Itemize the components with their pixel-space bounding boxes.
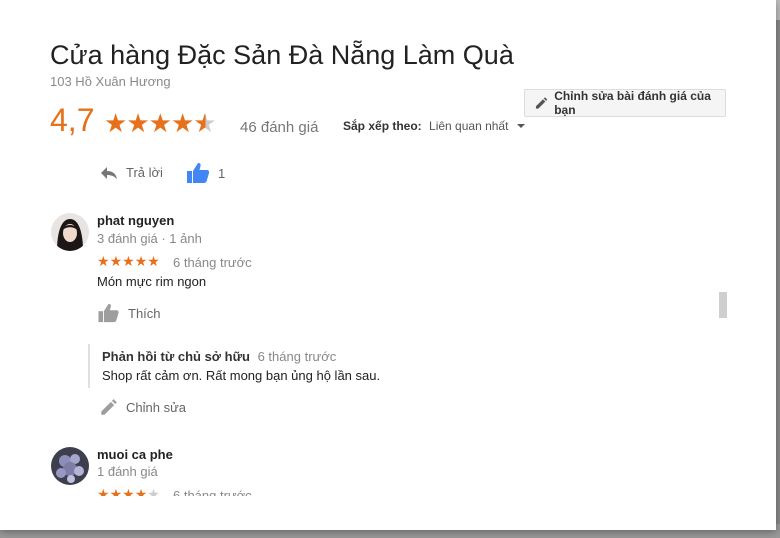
like-button[interactable]: 1 xyxy=(186,162,225,184)
scroll-clip xyxy=(0,496,776,530)
avatar[interactable] xyxy=(51,447,89,485)
owner-reply-time: 6 tháng trước xyxy=(257,349,337,364)
star-icon: ★ xyxy=(97,253,110,269)
edit-review-label: Chỉnh sửa bài đánh giá của bạn xyxy=(554,89,711,117)
like-label: Thích xyxy=(128,305,161,321)
like-count: 1 xyxy=(218,165,226,181)
caret-down-icon xyxy=(516,124,525,128)
scrollbar-thumb[interactable] xyxy=(719,292,727,318)
star-icon: ★ xyxy=(109,253,123,269)
star-icon: ★ xyxy=(147,253,160,269)
pencil-icon xyxy=(535,97,548,109)
owner-reply: Phản hồi từ chủ sở hữu 6 tháng trước Sho… xyxy=(88,344,502,388)
reviewer-name[interactable]: phat nguyen xyxy=(97,213,174,228)
owner-reply-label: Phản hồi từ chủ sở hữu xyxy=(102,349,250,364)
place-address: 103 Hồ Xuân Hương xyxy=(50,74,171,89)
star-icon: ★ xyxy=(126,108,149,138)
avatar[interactable] xyxy=(51,213,89,251)
reply-button[interactable]: Trả lời xyxy=(100,165,163,180)
star-half-icon: ★ xyxy=(193,108,216,138)
edit-reply-button[interactable]: Chỉnh sửa xyxy=(100,398,186,416)
review-stars: ★★★★★ xyxy=(97,253,160,269)
owner-reply-text: Shop rất cảm ơn. Rất mong bạn ủng hộ lần… xyxy=(102,368,381,383)
reply-label: Trả lời xyxy=(126,165,163,180)
review-time: 6 tháng trước xyxy=(173,255,252,270)
pencil-icon xyxy=(101,399,117,415)
reviews-dialog: Cửa hàng Đặc Sản Đà Nẵng Làm Quà 103 Hồ … xyxy=(0,0,776,530)
star-icon: ★ xyxy=(104,108,127,138)
edit-reply-label: Chỉnh sửa xyxy=(126,399,187,415)
star-icon: ★ xyxy=(122,253,135,269)
thumbs-up-icon xyxy=(187,163,210,183)
star-icon: ★ xyxy=(134,253,148,269)
rating-stars: ★★★★★ xyxy=(104,108,217,138)
reviewer-meta: 1 đánh giá xyxy=(97,464,158,479)
sort-value: Liên quan nhất xyxy=(429,119,509,133)
edit-review-button[interactable]: Chỉnh sửa bài đánh giá của bạn xyxy=(524,89,726,117)
thumbs-up-icon xyxy=(98,303,119,323)
sort-label: Sắp xếp theo: xyxy=(343,119,422,133)
rating-value: 4,7 xyxy=(50,102,95,138)
reviewer-meta: 3 đánh giá · 1 ảnh xyxy=(97,231,202,246)
place-title: Cửa hàng Đặc Sản Đà Nẵng Làm Quà xyxy=(50,40,514,70)
star-icon: ★ xyxy=(170,108,194,138)
sort-dropdown[interactable]: Sắp xếp theo: Liên quan nhất xyxy=(343,119,525,133)
review-text: Món mực rim ngon xyxy=(97,274,207,289)
like-button[interactable]: Thích xyxy=(97,303,161,323)
review-count[interactable]: 46 đánh giá xyxy=(240,119,318,136)
star-icon: ★ xyxy=(148,108,172,138)
reply-icon xyxy=(101,166,117,179)
reviewer-name[interactable]: muoi ca phe xyxy=(97,447,173,462)
